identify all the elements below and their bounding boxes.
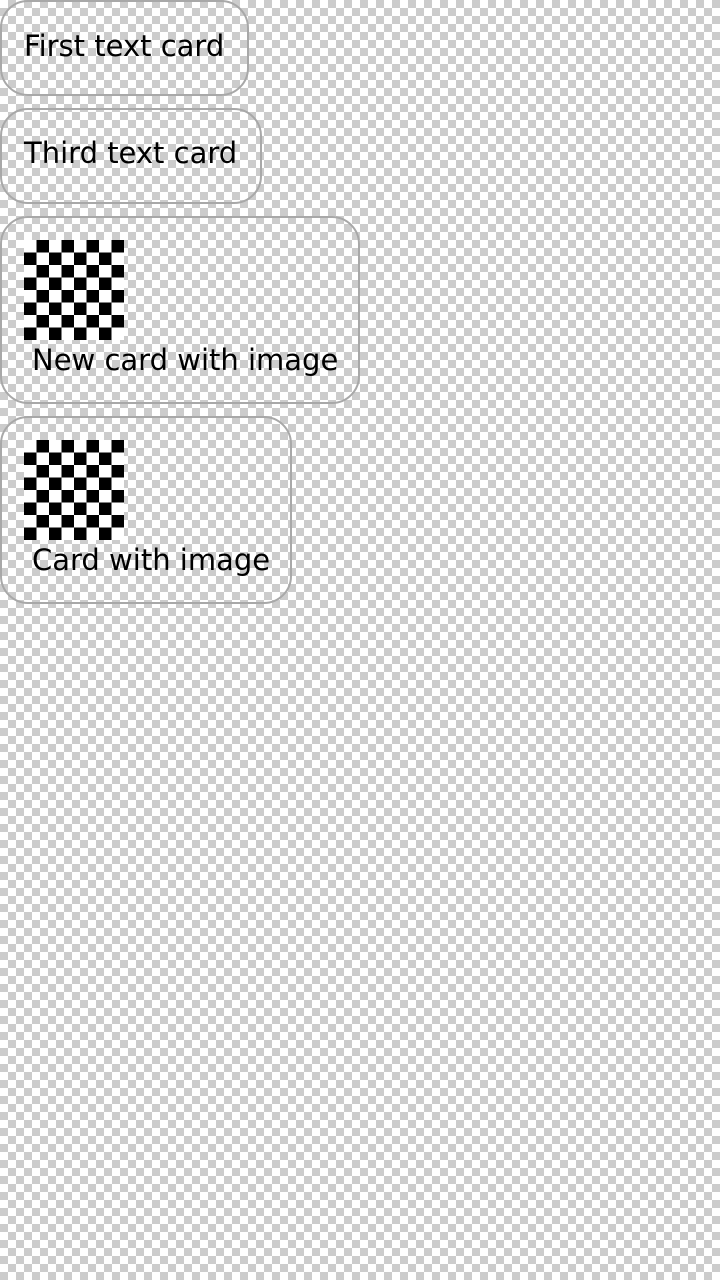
card-label: First text card	[24, 29, 225, 63]
card-label: New card with image	[32, 343, 339, 377]
image-card[interactable]: Card with image	[0, 416, 292, 604]
text-card-first[interactable]: First text card	[0, 0, 249, 96]
image-card-new[interactable]: New card with image	[0, 216, 360, 404]
card-label: Card with image	[32, 543, 271, 577]
text-card-third[interactable]: Third text card	[0, 108, 262, 204]
checkerboard-image-icon	[24, 240, 124, 340]
checkerboard-image-icon	[24, 440, 124, 540]
card-label: Third text card	[24, 136, 238, 170]
